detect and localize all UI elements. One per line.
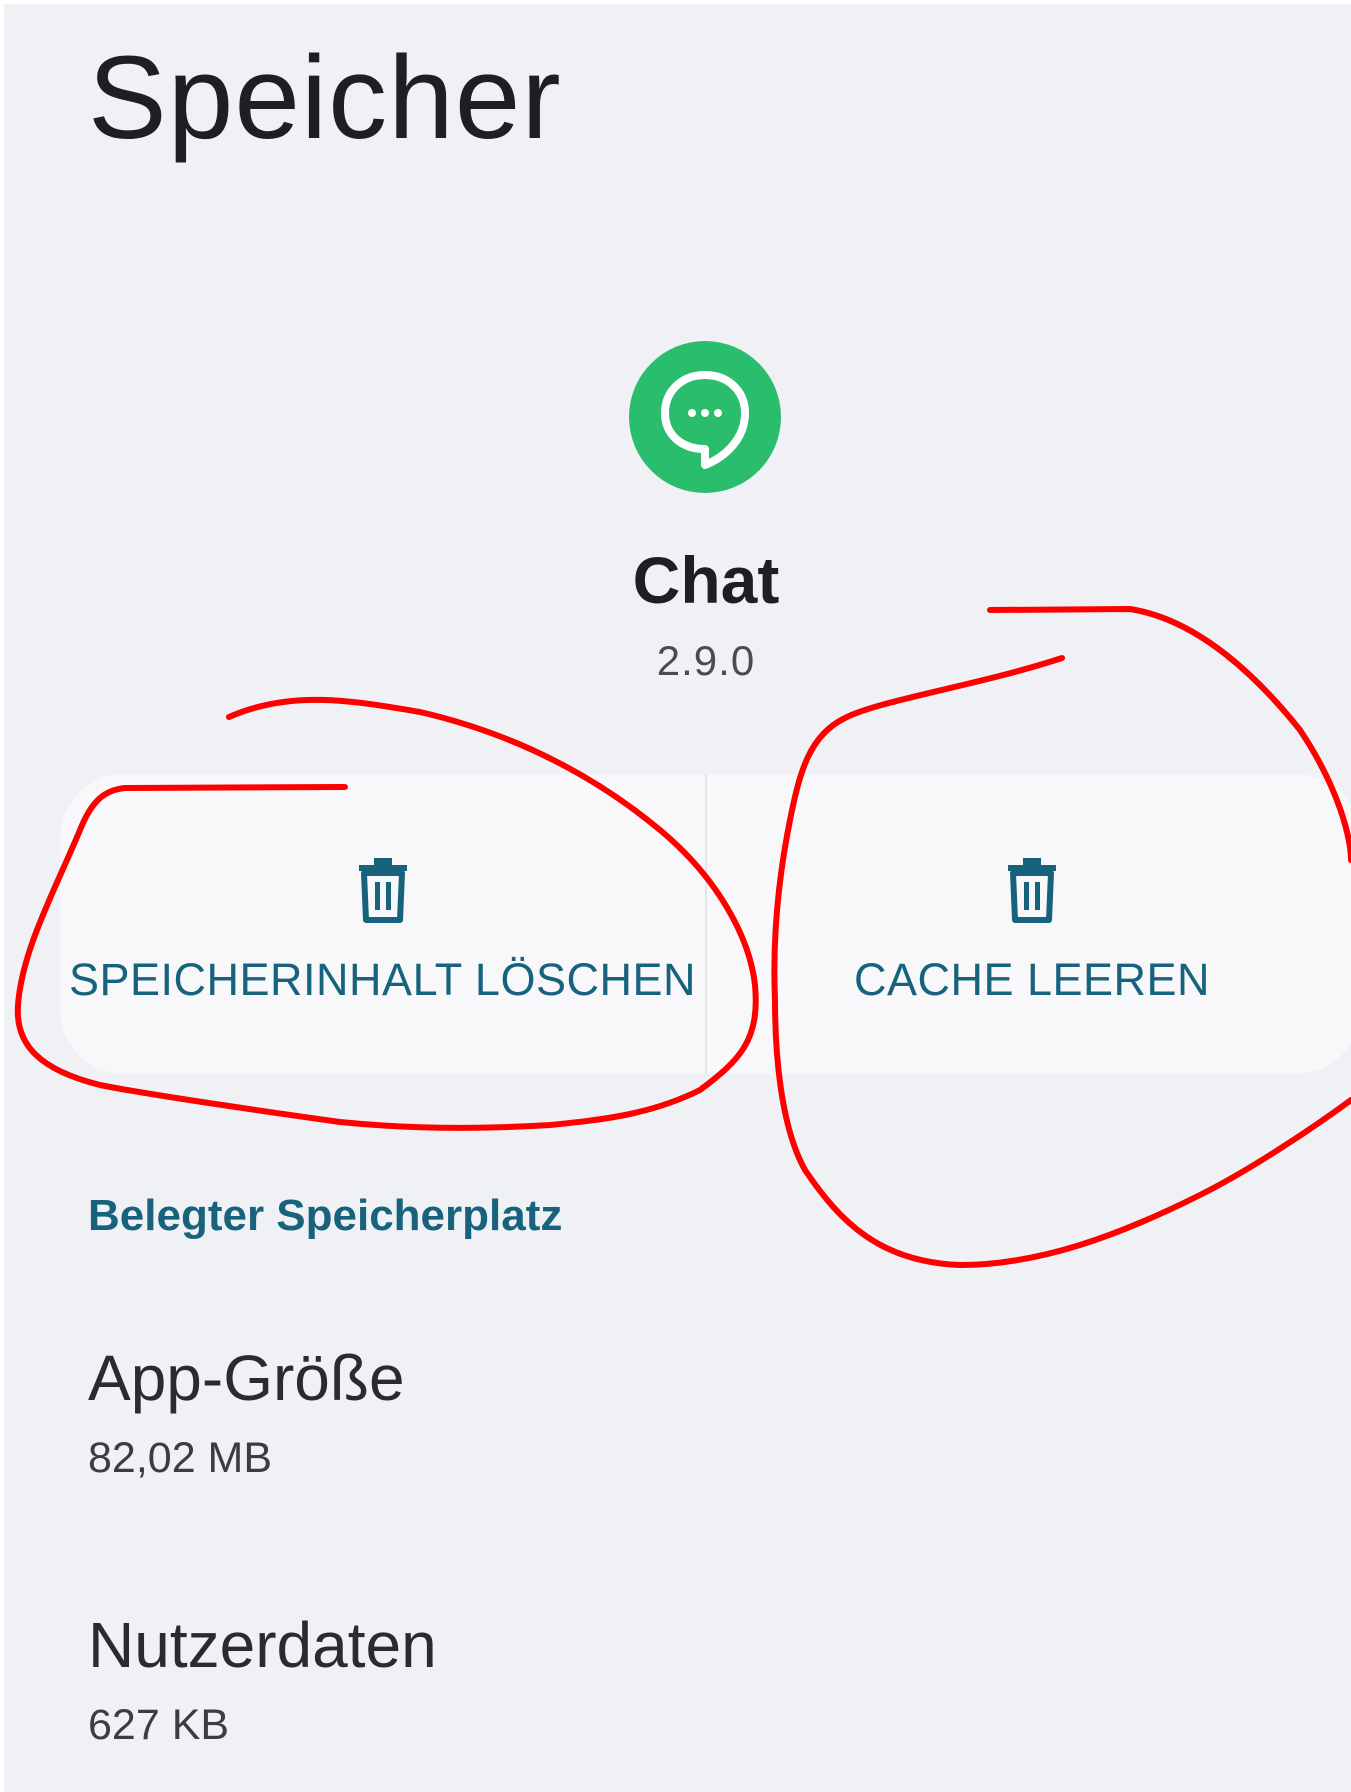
storage-screen: · Speicher Chat 2.9.0 SPEICHERINHALT LÖS…	[4, 4, 1351, 1792]
app-size-label: App-Größe	[88, 1342, 405, 1414]
clear-storage-button[interactable]: SPEICHERINHALT LÖSCHEN	[60, 774, 705, 1074]
clear-cache-label: CACHE LEEREN	[853, 954, 1211, 1005]
status-bar-remnant: ·	[4, 4, 304, 10]
chat-bubble-icon	[629, 341, 781, 493]
clear-storage-label: SPEICHERINHALT LÖSCHEN	[69, 954, 696, 1005]
trash-icon	[355, 858, 411, 924]
user-data-value: 627 KB	[88, 1701, 230, 1749]
clear-cache-button[interactable]: CACHE LEEREN	[707, 774, 1351, 1074]
app-name: Chat	[632, 543, 780, 617]
storage-actions-panel: SPEICHERINHALT LÖSCHEN CACHE LEEREN	[60, 774, 1351, 1074]
app-size-value: 82,02 MB	[88, 1434, 273, 1482]
user-data-label: Nutzerdaten	[88, 1609, 437, 1681]
app-version: 2.9.0	[656, 637, 756, 684]
storage-section-header: Belegter Speicherplatz	[88, 1191, 563, 1240]
trash-icon	[1004, 858, 1060, 924]
page-title: Speicher	[88, 32, 562, 164]
